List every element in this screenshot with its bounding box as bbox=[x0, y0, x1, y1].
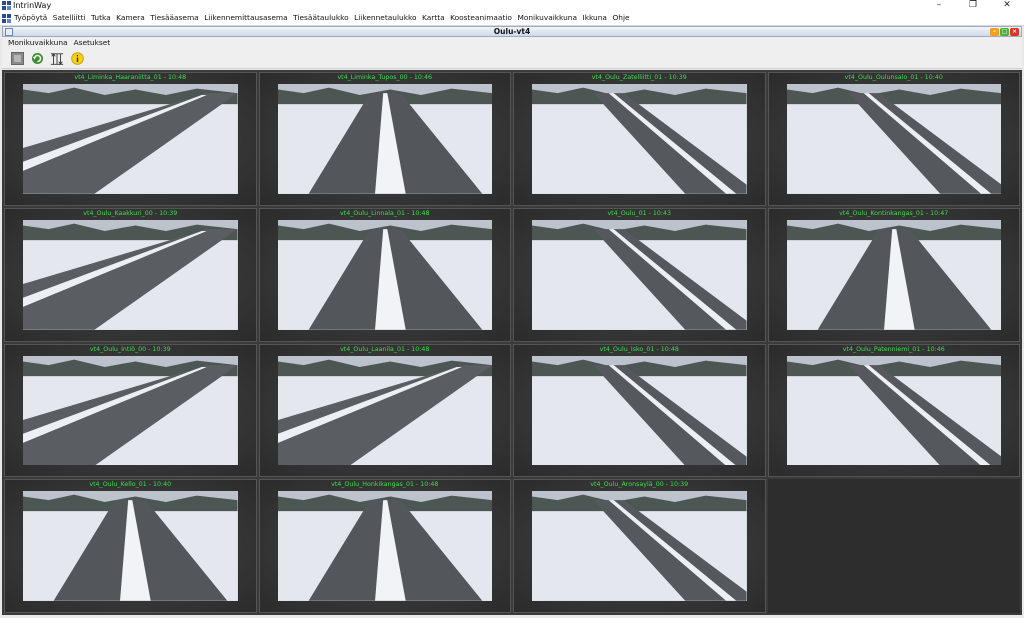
menu-tyopoyta[interactable]: Työpöytä bbox=[14, 11, 47, 25]
app-menu-icon[interactable] bbox=[2, 13, 11, 23]
close-button[interactable]: ✕ bbox=[990, 0, 1024, 11]
camera-image[interactable] bbox=[532, 355, 747, 466]
camera-image[interactable] bbox=[23, 491, 238, 601]
menu-ikkuna[interactable]: Ikkuna bbox=[583, 11, 607, 25]
camera-image[interactable] bbox=[23, 355, 238, 466]
menu-liikennemittausasema[interactable]: Liikennemittausasema bbox=[204, 11, 287, 25]
camera-image[interactable] bbox=[277, 491, 492, 601]
camera-label: vt4_Oulu_Kaakkuri_00 - 10:39 bbox=[83, 209, 178, 217]
camera-image[interactable] bbox=[23, 219, 238, 330]
camera-cell[interactable]: vt4_Oulu_Zatelliitti_01 - 10:39 bbox=[513, 72, 766, 206]
camera-image[interactable] bbox=[786, 355, 1001, 466]
frame-close-icon[interactable]: × bbox=[1010, 28, 1019, 36]
camera-label: vt4_Oulu_Intiö_00 - 10:39 bbox=[89, 345, 171, 353]
camera-cell[interactable]: vt4_Oulu_Isko_01 - 10:48 bbox=[513, 343, 766, 478]
menu-monikuvaikkuna[interactable]: Monikuvaikkuna bbox=[517, 11, 577, 25]
camera-cell[interactable]: vt4_Oulu_Kaakkuri_00 - 10:39 bbox=[4, 207, 257, 342]
stop-button[interactable] bbox=[10, 52, 24, 66]
frame-menubar: Monikuvaikkuna Asetukset bbox=[2, 37, 1022, 49]
camera-cell[interactable]: vt4_Oulu_01 - 10:43 bbox=[513, 207, 766, 342]
camera-cell[interactable]: vt4_Liminka_Tupos_00 - 10:46 bbox=[258, 72, 511, 206]
camera-cell[interactable]: vt4_Liminka_Haaraniitta_01 - 10:48 bbox=[4, 72, 257, 206]
app-titlebar: IntrinWay – ❐ ✕ bbox=[0, 0, 1024, 11]
camera-label: vt4_Oulu_Laanila_01 - 10:48 bbox=[340, 345, 430, 353]
camera-image[interactable] bbox=[277, 355, 492, 466]
camera-label: vt4_Oulu_Oulunsalo_01 - 10:40 bbox=[844, 74, 943, 81]
layout-icon bbox=[50, 52, 64, 65]
app-logo-icon bbox=[2, 1, 11, 10]
frame-maximize-icon[interactable]: □ bbox=[1000, 28, 1009, 36]
camera-label: vt4_Oulu_Kontinkangas_01 - 10:47 bbox=[839, 209, 949, 217]
camera-cell[interactable]: vt4_Oulu_Patenniemi_01 - 10:46 bbox=[767, 343, 1020, 478]
camera-cell[interactable]: vt4_Oulu_Kontinkangas_01 - 10:47 bbox=[767, 207, 1020, 342]
camera-image[interactable] bbox=[786, 219, 1001, 330]
info-icon bbox=[70, 52, 84, 65]
camera-image[interactable] bbox=[277, 84, 492, 194]
menubar: Työpöytä Satelliitti Tutka Kamera Tiesää… bbox=[0, 11, 1024, 26]
menu-tiesaaasema[interactable]: Tiesääasema bbox=[150, 11, 198, 25]
empty-cell bbox=[767, 479, 1020, 613]
camera-cell[interactable]: vt4_Oulu_Honkikangas_01 - 10:48 bbox=[258, 479, 511, 613]
camera-label: vt4_Oulu_Aronsaylä_00 - 10:39 bbox=[590, 481, 689, 489]
camera-label: vt4_Oulu_Zatelliitti_01 - 10:39 bbox=[591, 74, 687, 81]
camera-label: vt4_Oulu_Linnala_01 - 10:48 bbox=[340, 209, 430, 217]
camera-image[interactable] bbox=[532, 219, 747, 330]
camera-label: vt4_Oulu_Isko_01 - 10:48 bbox=[599, 345, 679, 353]
menu-satelliitti[interactable]: Satelliitti bbox=[53, 11, 86, 25]
minimize-button[interactable]: – bbox=[922, 0, 956, 11]
camera-image[interactable] bbox=[532, 491, 747, 601]
menu-monikuvaikkuna-frame[interactable]: Monikuvaikkuna bbox=[8, 37, 68, 49]
camera-cell[interactable]: vt4_Oulu_Linnala_01 - 10:48 bbox=[258, 207, 511, 342]
camera-label: vt4_Oulu_Honkikangas_01 - 10:48 bbox=[331, 481, 439, 489]
restore-button[interactable]: ❐ bbox=[956, 0, 990, 11]
camera-image[interactable] bbox=[23, 84, 238, 194]
frame-minimize-icon[interactable]: – bbox=[990, 28, 999, 36]
camera-label: vt4_Liminka_Haaraniitta_01 - 10:48 bbox=[74, 74, 187, 81]
camera-image[interactable] bbox=[532, 84, 747, 194]
stop-icon bbox=[10, 52, 24, 65]
camera-label: vt4_Oulu_01 - 10:43 bbox=[607, 209, 672, 217]
menu-kartta[interactable]: Kartta bbox=[422, 11, 445, 25]
camera-grid: vt4_Liminka_Haaraniitta_01 - 10:48 vt4_Li… bbox=[2, 70, 1022, 615]
layout-button[interactable] bbox=[50, 52, 64, 66]
refresh-button[interactable] bbox=[30, 52, 44, 66]
app-title: IntrinWay bbox=[13, 1, 52, 10]
refresh-icon bbox=[31, 53, 43, 64]
menu-kamera[interactable]: Kamera bbox=[116, 11, 145, 25]
frame-icon bbox=[5, 28, 13, 36]
toolbar bbox=[2, 49, 1022, 69]
camera-image[interactable] bbox=[786, 84, 1001, 194]
camera-label: vt4_Oulu_Patenniemi_01 - 10:46 bbox=[842, 345, 945, 353]
menu-tiesaataulukko[interactable]: Tiesäätaulukko bbox=[293, 11, 348, 25]
camera-cell[interactable]: vt4_Oulu_Kello_01 - 10:40 bbox=[4, 479, 257, 613]
menu-koosteanimaatio[interactable]: Koosteanimaatio bbox=[450, 11, 512, 25]
menu-asetukset[interactable]: Asetukset bbox=[74, 37, 111, 49]
camera-cell[interactable]: vt4_Oulu_Aronsaylä_00 - 10:39 bbox=[513, 479, 766, 613]
camera-cell[interactable]: vt4_Oulu_Laanila_01 - 10:48 bbox=[258, 343, 511, 478]
camera-cell[interactable]: vt4_Oulu_Intiö_00 - 10:39 bbox=[4, 343, 257, 478]
camera-image[interactable] bbox=[277, 219, 492, 330]
menu-liikennetaulukko[interactable]: Liikennetaulukko bbox=[354, 11, 416, 25]
camera-label: vt4_Liminka_Tupos_00 - 10:46 bbox=[337, 74, 433, 81]
frame-titlebar[interactable]: Oulu-vt4 – □ × bbox=[2, 26, 1022, 37]
frame-title: Oulu-vt4 bbox=[493, 27, 531, 36]
info-button[interactable] bbox=[70, 52, 84, 66]
camera-label: vt4_Oulu_Kello_01 - 10:40 bbox=[89, 481, 172, 489]
camera-cell[interactable]: vt4_Oulu_Oulunsalo_01 - 10:40 bbox=[767, 72, 1020, 206]
menu-tutka[interactable]: Tutka bbox=[91, 11, 111, 25]
menu-ohje[interactable]: Ohje bbox=[612, 11, 629, 25]
